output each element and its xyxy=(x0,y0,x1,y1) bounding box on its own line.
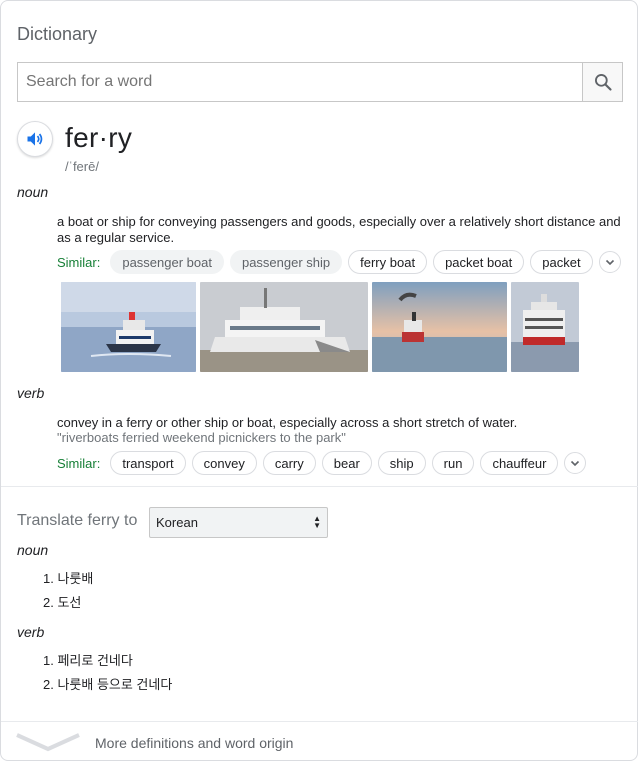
translate-pos-verb: verb xyxy=(17,624,45,640)
noun-definition: a boat or ship for conveying passengers … xyxy=(57,214,621,245)
language-select[interactable]: Korean ▲ ▼ xyxy=(149,507,328,538)
translation-item: 2. 나룻배 등으로 건네다 xyxy=(43,677,173,692)
similar-chip[interactable]: ship xyxy=(377,451,426,475)
section-divider xyxy=(1,486,638,487)
dictionary-card: Dictionary fer·ry /ˈferē/ noun a boat or… xyxy=(0,0,638,761)
verb-definition: convey in a ferry or other ship or boat,… xyxy=(57,415,518,430)
headword: fer·ry xyxy=(65,122,133,153)
chevron-down-icon xyxy=(16,733,80,752)
translation-item: 1. 나룻배 xyxy=(43,571,94,586)
part-of-speech-noun: noun xyxy=(17,184,49,200)
translate-pos-noun: noun xyxy=(17,542,49,558)
ferry-image-strip xyxy=(61,282,579,372)
ferry-image[interactable] xyxy=(511,282,579,372)
translation-item: 1. 페리로 건네다 xyxy=(43,653,133,668)
similar-chip[interactable]: packet boat xyxy=(433,250,525,274)
more-definitions-link[interactable]: More definitions and word origin xyxy=(1,722,638,761)
expand-similar-button[interactable] xyxy=(564,452,587,474)
ferry-image[interactable] xyxy=(372,282,507,372)
pronunciation-audio-button[interactable] xyxy=(17,121,53,157)
verb-example: "riverboats ferried weekend picnickers t… xyxy=(57,430,346,445)
similar-chip[interactable]: passenger ship xyxy=(229,250,343,274)
similar-chip[interactable]: convey xyxy=(191,451,257,475)
ferry-image[interactable] xyxy=(61,282,196,372)
similar-chip[interactable]: ferry boat xyxy=(348,250,428,274)
search-box xyxy=(17,62,623,102)
translate-label: Translate ferry to xyxy=(17,512,138,529)
similar-chip[interactable]: chauffeur xyxy=(480,451,559,475)
similar-chip[interactable]: passenger boat xyxy=(110,250,224,274)
noun-similar-row: Similar: passenger boat passenger ship f… xyxy=(57,249,621,275)
similar-chip[interactable]: packet xyxy=(530,250,593,274)
dictionary-title: Dictionary xyxy=(17,24,98,44)
translation-item: 2. 도선 xyxy=(43,595,82,610)
search-button[interactable] xyxy=(582,63,622,101)
speaker-icon xyxy=(27,132,43,146)
verb-similar-row: Similar: transport convey carry bear shi… xyxy=(57,450,587,476)
similar-chip[interactable]: transport xyxy=(110,451,186,475)
similar-chip[interactable]: carry xyxy=(262,451,316,475)
similar-chip[interactable]: run xyxy=(431,451,475,475)
similar-label: Similar: xyxy=(57,254,101,270)
expand-similar-button[interactable] xyxy=(598,251,621,273)
language-select-value: Korean xyxy=(156,515,198,530)
search-icon xyxy=(594,74,612,91)
phonetic-spelling: /ˈferē/ xyxy=(65,159,99,174)
chevron-down-icon xyxy=(571,460,580,467)
search-input[interactable] xyxy=(18,63,582,101)
select-arrows-icon: ▲ ▼ xyxy=(313,514,321,530)
chevron-down-icon xyxy=(605,259,614,266)
similar-chip[interactable]: bear xyxy=(321,451,372,475)
more-definitions-label: More definitions and word origin xyxy=(95,735,294,751)
ferry-image[interactable] xyxy=(200,282,368,372)
part-of-speech-verb: verb xyxy=(17,385,45,401)
similar-label: Similar: xyxy=(57,455,101,471)
